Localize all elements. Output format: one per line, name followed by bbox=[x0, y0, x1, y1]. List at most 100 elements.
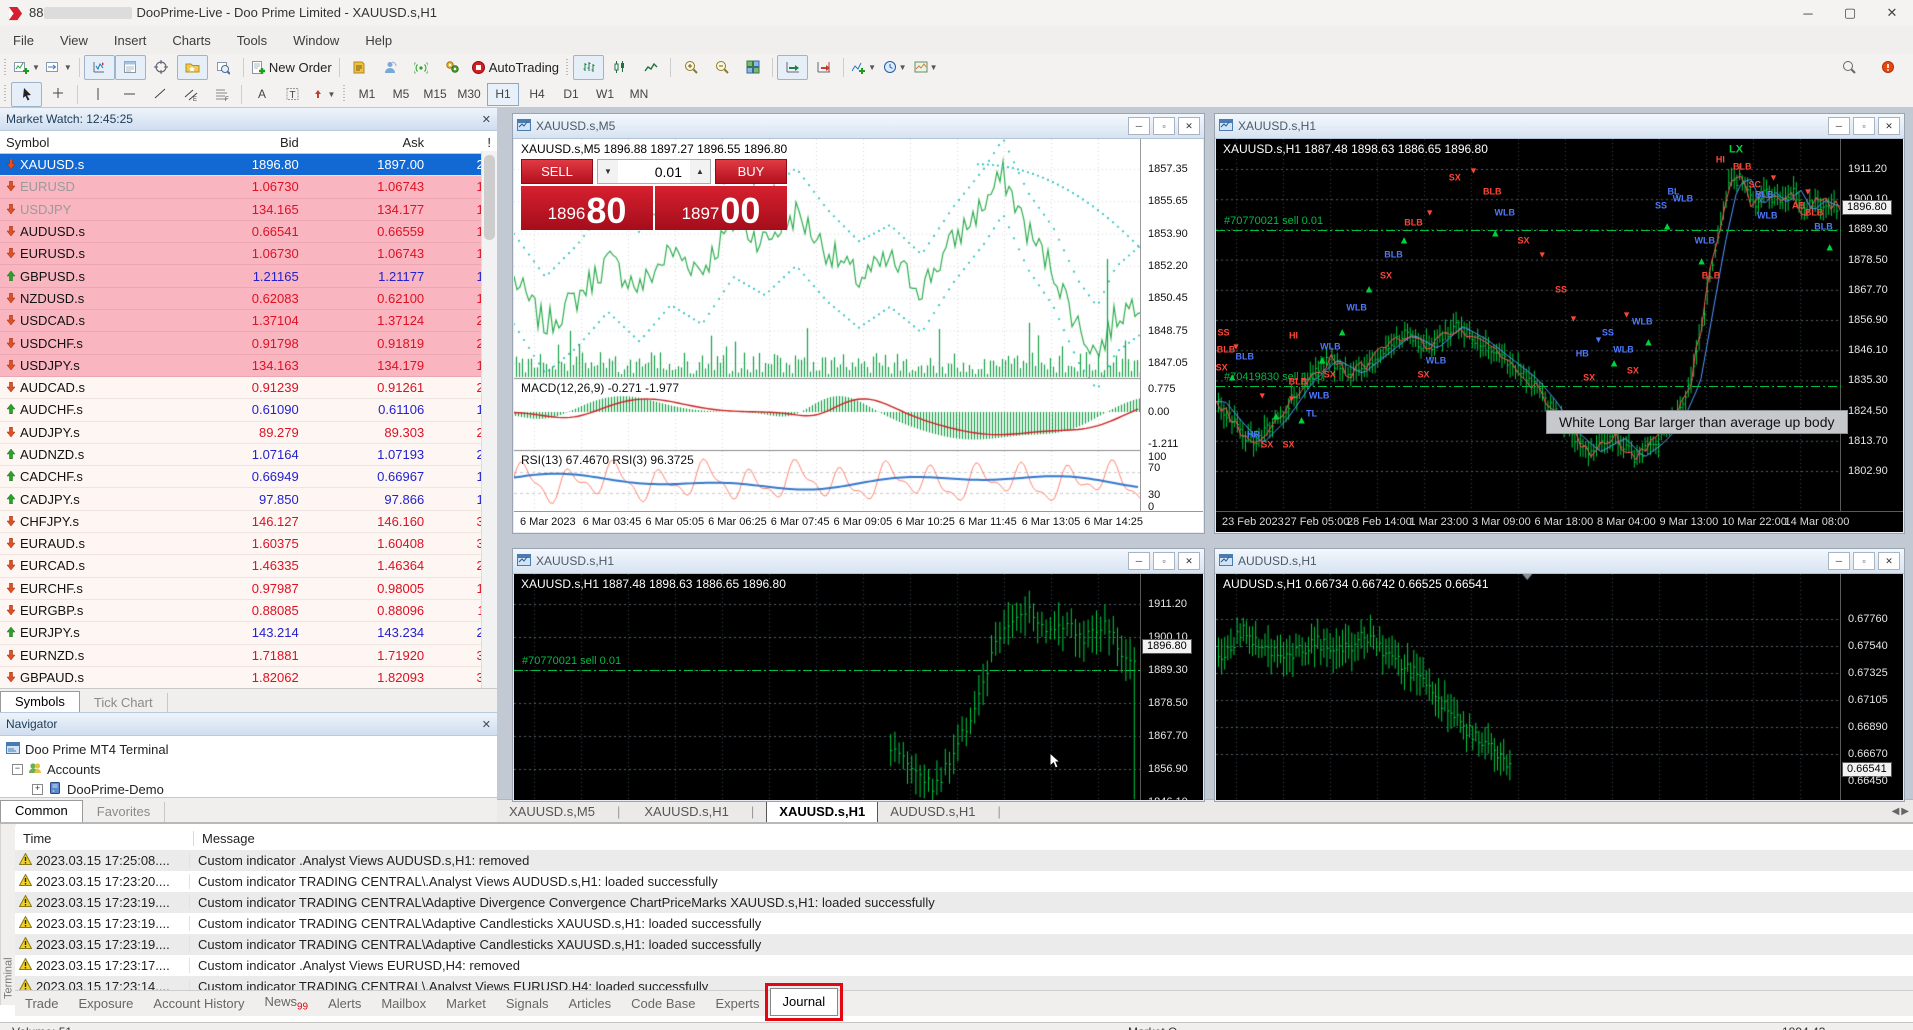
candlestick-chart-button[interactable] bbox=[604, 55, 635, 80]
journal-row[interactable]: 2023.03.15 17:23:19....Custom indicator … bbox=[15, 913, 1913, 934]
journal-row[interactable]: 2023.03.15 17:23:19....Custom indicator … bbox=[15, 892, 1913, 913]
market-watch-row[interactable]: XAUUSD.s1896.801897.0020 bbox=[0, 154, 497, 176]
volume-increase-button[interactable]: ▲ bbox=[690, 160, 710, 183]
market-watch-row[interactable]: EURAUD.s1.603751.6040833 bbox=[0, 533, 497, 555]
chart-window-xauusd-s-m5-0[interactable]: XAUUSD.s,M5─▫✕1857.351855.651853.901852.… bbox=[512, 113, 1205, 534]
expand-icon[interactable]: + bbox=[32, 784, 43, 795]
chart-close-button[interactable]: ✕ bbox=[1878, 117, 1900, 135]
terminal-tab-signals[interactable]: Signals bbox=[496, 993, 559, 1014]
market-watch-row[interactable]: EURJPY.s143.214143.23420 bbox=[0, 622, 497, 644]
menu-view[interactable]: View bbox=[47, 33, 101, 48]
menu-help[interactable]: Help bbox=[352, 33, 405, 48]
chart-window-audusd-s-h1-3[interactable]: AUDUSD.s,H1─▫✕0.677600.675400.673250.671… bbox=[1214, 548, 1905, 802]
chart-shift-toggle[interactable] bbox=[808, 55, 839, 80]
bar-chart-button[interactable] bbox=[573, 55, 604, 80]
profiles-button[interactable]: ▼ bbox=[43, 55, 75, 80]
market-watch-row[interactable]: NZDUSD.s0.620830.6210017 bbox=[0, 288, 497, 310]
journal-row[interactable]: 2023.03.15 17:23:19....Custom indicator … bbox=[15, 934, 1913, 955]
market-watch-header[interactable]: Symbol Bid Ask ! bbox=[0, 131, 497, 154]
timeframe-m15[interactable]: M15 bbox=[419, 83, 451, 106]
line-chart-button[interactable] bbox=[635, 55, 666, 80]
search-button[interactable] bbox=[1833, 55, 1864, 80]
timeframe-h4[interactable]: H4 bbox=[521, 83, 553, 106]
timeframe-w1[interactable]: W1 bbox=[589, 83, 621, 106]
timeframe-mn[interactable]: MN bbox=[623, 83, 655, 106]
terminal-tab-mailbox[interactable]: Mailbox bbox=[371, 993, 436, 1014]
tab-symbols[interactable]: Symbols bbox=[0, 691, 80, 714]
market-watch-row[interactable]: CADCHF.s0.669490.6696718 bbox=[0, 466, 497, 488]
label-tool[interactable]: T bbox=[277, 82, 308, 107]
market-watch-row[interactable]: AUDCAD.s0.912390.9126122 bbox=[0, 377, 497, 399]
chart-minimize-button[interactable]: ─ bbox=[1128, 552, 1150, 570]
close-icon[interactable]: ✕ bbox=[482, 113, 491, 126]
text-tool[interactable]: A bbox=[246, 82, 277, 107]
terminal-toggle[interactable] bbox=[177, 55, 208, 80]
market-watch-row[interactable]: USDCHF.s0.917980.9181921 bbox=[0, 332, 497, 354]
tab-favorites[interactable]: Favorites bbox=[83, 802, 165, 822]
journal-row[interactable]: 2023.03.15 17:23:20....Custom indicator … bbox=[15, 871, 1913, 892]
terminal-tab-market[interactable]: Market bbox=[436, 993, 496, 1014]
chart-close-button[interactable]: ✕ bbox=[1178, 117, 1200, 135]
notification-button[interactable] bbox=[1872, 55, 1903, 80]
new-chart-button[interactable]: ▼ bbox=[11, 55, 43, 80]
chart-minimize-button[interactable]: ─ bbox=[1828, 552, 1850, 570]
menu-window[interactable]: Window bbox=[280, 33, 352, 48]
autotrading-button[interactable]: AutoTrading bbox=[468, 55, 562, 80]
auto-scroll-toggle[interactable] bbox=[777, 55, 808, 80]
close-button[interactable]: ✕ bbox=[1871, 1, 1913, 26]
market-watch-row[interactable]: USDJPY.s134.163134.17916 bbox=[0, 355, 497, 377]
terminal-tab-news[interactable]: News99 bbox=[254, 991, 318, 1016]
volume-decrease-button[interactable]: ▼ bbox=[598, 160, 618, 183]
journal-row[interactable]: 2023.03.15 17:25:08....Custom indicator … bbox=[15, 850, 1913, 871]
buy-button[interactable]: BUY bbox=[715, 159, 787, 184]
chart-window-xauusd-s-h1-1[interactable]: XAUUSD.s,H1─▫✕1911.201900.101889.301878.… bbox=[1214, 113, 1905, 534]
menu-file[interactable]: File bbox=[0, 33, 47, 48]
terminal-tab-journal[interactable]: Journal bbox=[770, 988, 839, 1016]
terminal-tab-code-base[interactable]: Code Base bbox=[621, 993, 705, 1014]
timeframe-d1[interactable]: D1 bbox=[555, 83, 587, 106]
chart-close-button[interactable]: ✕ bbox=[1178, 552, 1200, 570]
maximize-button[interactable]: ▢ bbox=[1829, 1, 1871, 26]
terminal-tab-articles[interactable]: Articles bbox=[559, 993, 622, 1014]
market-watch-row[interactable]: EURCAD.s1.463351.4636429 bbox=[0, 555, 497, 577]
market-watch-row[interactable]: USDCAD.s1.371041.3712420 bbox=[0, 310, 497, 332]
navigator-item-accounts[interactable]: −Accounts bbox=[6, 759, 497, 779]
zoom-out-button[interactable] bbox=[706, 55, 737, 80]
toolbar-grip[interactable] bbox=[2, 59, 9, 77]
market-watch-row[interactable]: GBPUSD.s1.211651.2117712 bbox=[0, 265, 497, 287]
chart-area[interactable]: 1857.351855.651853.901852.201850.451848.… bbox=[514, 139, 1203, 532]
channel-tool[interactable]: E bbox=[175, 82, 206, 107]
signals-button[interactable] bbox=[406, 55, 437, 80]
periods-button[interactable]: ▼ bbox=[879, 55, 910, 80]
navigator-item-dooprime-demo[interactable]: +DooPrime-Demo bbox=[6, 779, 497, 797]
buy-price[interactable]: 189700 bbox=[655, 186, 787, 230]
chart-window-xauusd-s-h1-2[interactable]: XAUUSD.s,H1─▫✕1911.201900.101889.301878.… bbox=[512, 548, 1205, 802]
expert-advisors-button[interactable] bbox=[437, 55, 468, 80]
chart-window-titlebar[interactable]: XAUUSD.s,H1─▫✕ bbox=[1215, 114, 1904, 139]
scrollbar-thumb[interactable] bbox=[484, 155, 495, 240]
timeframe-m30[interactable]: M30 bbox=[453, 83, 485, 106]
chart-area[interactable]: 0.677600.675400.673250.671050.668900.666… bbox=[1216, 574, 1903, 800]
market-watch-row[interactable]: EURCHF.s0.979870.9800518 bbox=[0, 578, 497, 600]
data-window-toggle[interactable] bbox=[115, 55, 146, 80]
tab-common[interactable]: Common bbox=[0, 800, 83, 823]
toolbar-grip[interactable] bbox=[2, 85, 9, 103]
toolbar-grip[interactable] bbox=[341, 85, 348, 103]
cursor-tool[interactable] bbox=[11, 82, 42, 107]
terminal-tab-exposure[interactable]: Exposure bbox=[68, 993, 143, 1014]
zoom-in-button[interactable] bbox=[675, 55, 706, 80]
crosshair-tool[interactable] bbox=[42, 82, 73, 107]
market-watch-row[interactable]: EURNZD.s1.718811.7192039 bbox=[0, 645, 497, 667]
chart-area[interactable]: 1911.201900.101889.301878.501867.701856.… bbox=[514, 574, 1203, 800]
order-line[interactable] bbox=[514, 670, 1141, 671]
chart-window-titlebar[interactable]: AUDUSD.s,H1─▫✕ bbox=[1215, 549, 1904, 574]
chart-window-titlebar[interactable]: XAUUSD.s,H1─▫✕ bbox=[513, 549, 1204, 574]
trendline-tool[interactable] bbox=[144, 82, 175, 107]
arrows-tool[interactable]: ▼ bbox=[308, 82, 339, 107]
timeframe-m1[interactable]: M1 bbox=[351, 83, 383, 106]
chart-restore-button[interactable]: ▫ bbox=[1853, 552, 1875, 570]
strategy-tester-toggle[interactable] bbox=[208, 55, 239, 80]
sell-price[interactable]: 189680 bbox=[521, 186, 653, 230]
menu-charts[interactable]: Charts bbox=[159, 33, 223, 48]
terminal-tab-alerts[interactable]: Alerts bbox=[318, 993, 371, 1014]
